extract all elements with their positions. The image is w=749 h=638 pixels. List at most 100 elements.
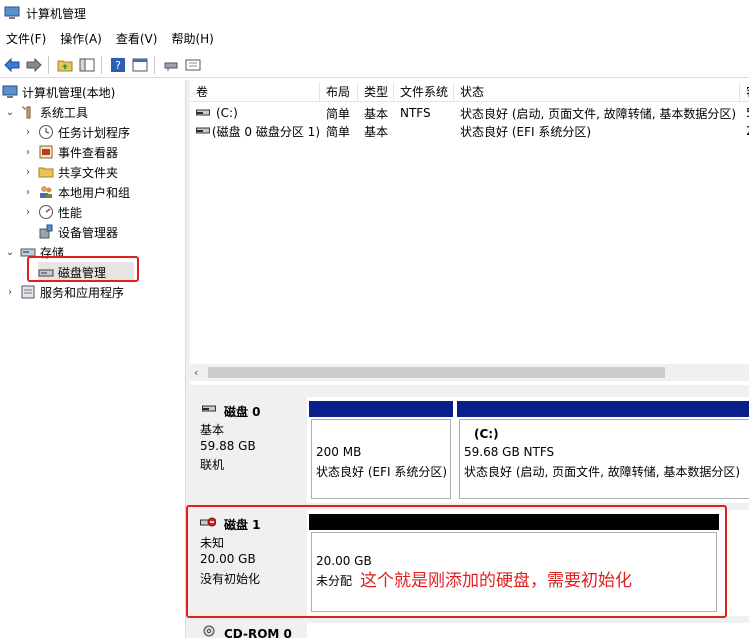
- chevron-right-icon[interactable]: ›: [22, 186, 34, 198]
- disk-0-info[interactable]: 磁盘 0 基本 59.88 GB 联机: [190, 393, 308, 503]
- tree-item-label: 事件查看器: [58, 145, 119, 160]
- disk-status: 联机: [200, 458, 225, 472]
- horizontal-splitter[interactable]: [190, 385, 749, 393]
- disk-name: CD-ROM 0: [224, 627, 292, 638]
- forward-button[interactable]: [24, 55, 44, 75]
- table-row[interactable]: (C:) 简单 基本 NTFS 状态良好 (启动, 页面文件, 故障转储, 基本…: [190, 104, 749, 122]
- performance-icon: [39, 205, 53, 219]
- partition-c[interactable]: (C:) 59.68 GB NTFS 状态良好 (启动, 页面文件, 故障转储,…: [459, 419, 749, 499]
- chevron-right-icon[interactable]: ›: [4, 286, 16, 298]
- cell-capacity: 2: [740, 124, 749, 138]
- tree-item-device-manager[interactable]: 设备管理器: [38, 222, 118, 242]
- cell-volume: (磁盘 0 磁盘分区 1): [211, 124, 320, 139]
- cd-drive-icon: [203, 625, 215, 637]
- tree-item-label: 设备管理器: [58, 225, 119, 240]
- disk-drive-icon: [202, 405, 216, 412]
- volume-icon: [196, 127, 210, 134]
- up-folder-button[interactable]: [55, 55, 75, 75]
- clock-icon: [39, 125, 53, 139]
- column-header-layout[interactable]: 布局: [320, 82, 358, 102]
- horizontal-scrollbar[interactable]: ‹: [190, 364, 749, 381]
- disk-type: 基本: [200, 423, 225, 437]
- computer-management-icon: [2, 85, 18, 98]
- chevron-down-icon[interactable]: ⌄: [4, 106, 16, 118]
- cell-filesystem: NTFS: [400, 106, 431, 120]
- column-header-type[interactable]: 类型: [358, 82, 394, 102]
- chevron-down-icon[interactable]: ⌄: [4, 246, 16, 258]
- column-header-filesystem[interactable]: 文件系统: [394, 82, 454, 102]
- menu-action[interactable]: 操作(A): [54, 28, 110, 50]
- event-viewer-icon: [39, 145, 53, 159]
- cell-capacity: 5: [740, 106, 749, 120]
- toolbar-separator: [154, 55, 155, 74]
- show-action-pane-button[interactable]: [130, 55, 150, 75]
- tree-item-label: 任务计划程序: [58, 125, 131, 140]
- tree-item-shared-folders[interactable]: › 共享文件夹: [22, 162, 118, 182]
- toolbar-separator: [48, 55, 49, 74]
- volume-list: 卷 布局 类型 文件系统 状态 容 (C:) 简单 基本 NTFS 状态良好 (…: [190, 80, 749, 385]
- window-title: 计算机管理: [26, 6, 87, 21]
- chevron-right-icon[interactable]: ›: [22, 206, 34, 218]
- toolbar-separator: [101, 55, 102, 74]
- device-manager-icon: [39, 224, 53, 239]
- tree-item-label: 本地用户和组: [58, 185, 131, 200]
- properties-button[interactable]: [183, 55, 203, 75]
- partition-size: 200 MB: [316, 445, 362, 459]
- console-tree: 计算机管理(本地) ⌄ 系统工具 › 任务计划程序 › 事件查看器 › 共享文件…: [0, 80, 186, 638]
- column-headers: 卷 布局 类型 文件系统 状态 容: [190, 82, 749, 102]
- chevron-right-icon[interactable]: ›: [22, 146, 34, 158]
- partition-bar: [309, 401, 453, 417]
- disk-name: 磁盘 0: [224, 405, 261, 419]
- chevron-left-icon[interactable]: ‹: [194, 366, 198, 379]
- menu-help[interactable]: 帮助(H): [165, 28, 221, 50]
- show-hide-tree-button[interactable]: [77, 55, 97, 75]
- tree-item-services[interactable]: › 服务和应用程序: [4, 282, 124, 302]
- cell-status: 状态良好 (启动, 页面文件, 故障转储, 基本数据分区): [460, 106, 737, 121]
- disk-size: 59.88 GB: [200, 439, 256, 453]
- cell-volume: (C:): [216, 106, 238, 120]
- tree-item-task-scheduler[interactable]: › 任务计划程序: [22, 122, 130, 142]
- menu-file[interactable]: 文件(F): [0, 28, 54, 50]
- partition-status: 状态良好 (EFI 系统分区): [316, 465, 448, 479]
- chevron-right-icon[interactable]: ›: [22, 166, 34, 178]
- tree-item-label: 计算机管理(本地): [22, 85, 116, 100]
- menu-view[interactable]: 查看(V): [110, 28, 166, 50]
- tree-item-performance[interactable]: › 性能: [22, 202, 82, 222]
- help-icon: ?: [111, 57, 125, 72]
- column-header-volume[interactable]: 卷: [190, 82, 320, 102]
- column-header-capacity[interactable]: 容: [740, 82, 749, 102]
- cell-type: 基本: [364, 106, 389, 121]
- chevron-right-icon[interactable]: ›: [22, 126, 34, 138]
- arrow-left-icon: [4, 57, 20, 72]
- shared-folder-icon: [38, 167, 54, 178]
- services-icon: [21, 285, 35, 299]
- arrow-right-icon: [26, 57, 42, 72]
- volume-icon: [196, 109, 210, 116]
- tree-item-event-viewer[interactable]: › 事件查看器: [22, 142, 118, 162]
- partition-efi[interactable]: 200 MB 状态良好 (EFI 系统分区): [311, 419, 451, 499]
- connect-button[interactable]: [161, 55, 181, 75]
- toolbar: ?: [0, 52, 749, 78]
- tree-item-system-tools[interactable]: ⌄ 系统工具: [4, 102, 88, 122]
- tree-item-label: 系统工具: [40, 105, 89, 120]
- disk-0-partitions: 200 MB 状态良好 (EFI 系统分区) (C:) 59.68 GB NTF…: [307, 397, 749, 503]
- back-button[interactable]: [2, 55, 22, 75]
- table-row[interactable]: (磁盘 0 磁盘分区 1) 简单 基本 状态良好 (EFI 系统分区) 2: [190, 122, 749, 140]
- highlight-box-disk-management: [27, 256, 139, 282]
- menu-bar: 文件(F) 操作(A) 查看(V) 帮助(H): [0, 28, 749, 50]
- tree-item-root[interactable]: 计算机管理(本地): [2, 82, 115, 102]
- cell-status: 状态良好 (EFI 系统分区): [460, 124, 592, 139]
- users-icon: [40, 186, 52, 198]
- disk-connect-icon: [164, 62, 178, 71]
- highlight-box-disk-1: [186, 505, 727, 618]
- cell-layout: 简单: [326, 124, 351, 139]
- tree-item-local-users[interactable]: › 本地用户和组: [22, 182, 130, 202]
- cdrom-0-info[interactable]: CD-ROM 0: [190, 621, 308, 638]
- column-header-status[interactable]: 状态: [454, 82, 740, 102]
- cell-type: 基本: [364, 124, 389, 139]
- partition-bar: [457, 401, 749, 417]
- help-button[interactable]: ?: [108, 55, 128, 75]
- partition-title: (C:): [474, 427, 499, 441]
- scrollbar-thumb[interactable]: [208, 367, 665, 378]
- partition-size: 59.68 GB NTFS: [464, 445, 555, 459]
